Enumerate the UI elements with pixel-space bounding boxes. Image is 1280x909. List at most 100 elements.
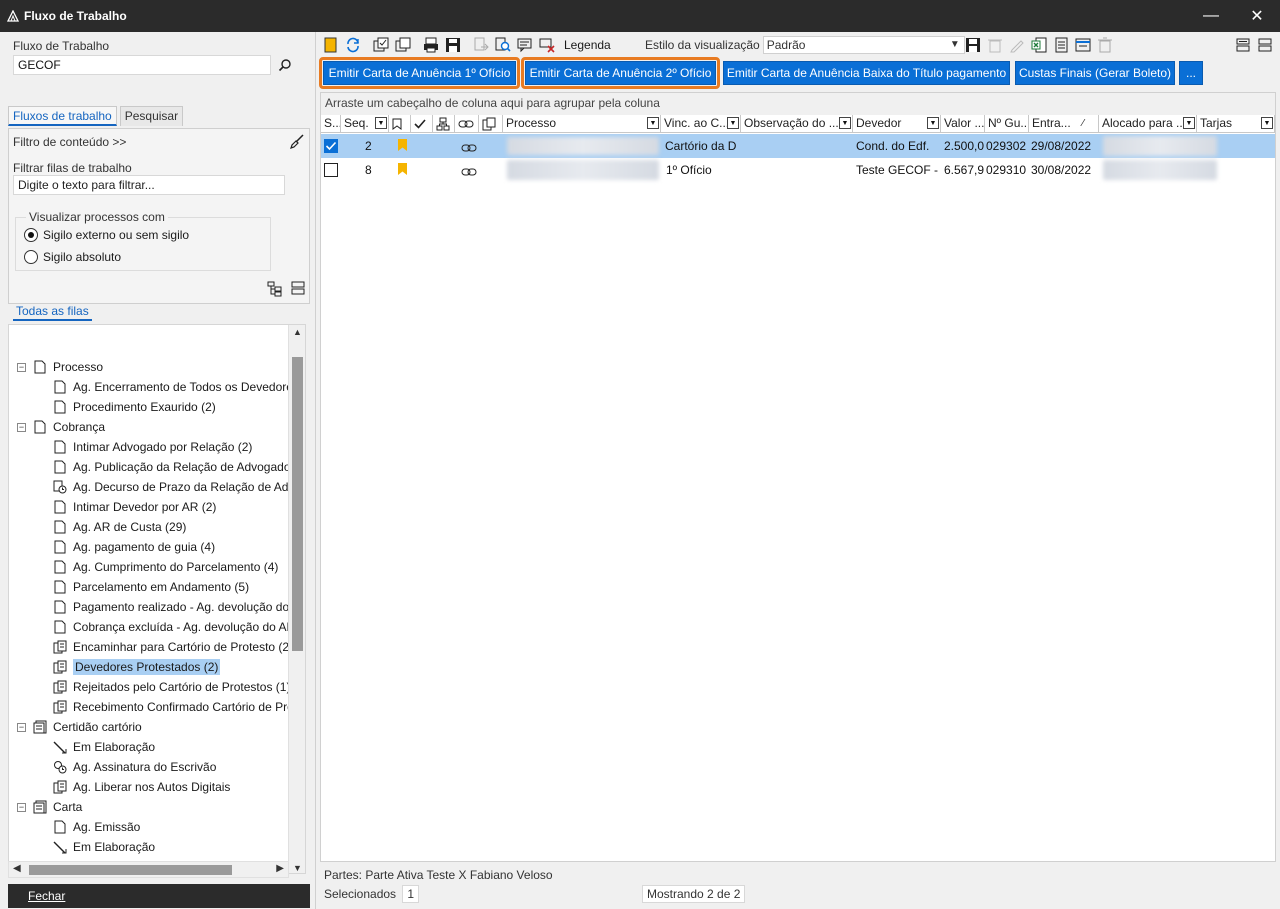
final-costs-button[interactable]: Custas Finais (Gerar Boleto) <box>1015 61 1175 85</box>
tree-item[interactable]: Parcelamento em Andamento (5) <box>53 577 249 597</box>
link-icon[interactable] <box>461 166 477 180</box>
tab-fluxos[interactable]: Fluxos de trabalho <box>8 106 117 126</box>
tree-group[interactable]: − Carta <box>17 797 82 817</box>
tree-item[interactable]: Ag. AR de Custa (29) <box>53 517 186 537</box>
scroll-down-icon[interactable]: ▼ <box>293 863 302 873</box>
tree-item[interactable]: Em Elaboração <box>53 737 155 757</box>
legend-label[interactable]: Legenda <box>564 38 611 52</box>
copy-icon[interactable] <box>394 36 412 54</box>
col-check[interactable] <box>411 115 433 133</box>
col-tree[interactable] <box>433 115 455 133</box>
col-bookmark[interactable] <box>389 115 411 133</box>
scroll-right-icon[interactable]: ▶ <box>276 863 284 874</box>
tree-item[interactable]: Ag. Decurso de Prazo da Relação de Advo <box>53 477 301 497</box>
report-icon[interactable] <box>1052 36 1070 54</box>
col-tarjas[interactable]: Tarjas ▼ <box>1197 115 1275 133</box>
tree-item[interactable]: Rejeitados pelo Cartório de Protestos (1… <box>53 677 290 697</box>
tree-group[interactable]: − Processo <box>17 357 103 377</box>
tree-item[interactable]: Ag. Encerramento de Todos os Devedores <box>53 377 299 397</box>
tree-horizontal-scrollbar[interactable]: ◀ ▶ <box>8 861 289 878</box>
search-icon[interactable] <box>278 58 292 75</box>
save-view-icon[interactable] <box>964 36 982 54</box>
scroll-left-icon[interactable]: ◀ <box>13 863 21 874</box>
col-docs[interactable] <box>479 115 503 133</box>
close-button[interactable]: Fechar <box>8 884 310 908</box>
col-observacao[interactable]: Observação do ... ▼ <box>741 115 853 133</box>
tab-pesquisar[interactable]: Pesquisar <box>119 106 184 126</box>
tree-item[interactable]: Pagamento realizado - Ag. devolução do <box>53 597 289 617</box>
comment-icon[interactable] <box>516 36 534 54</box>
view-style-select[interactable]: Padrão ▼ <box>762 36 965 54</box>
collapse-tree-icon[interactable] <box>291 281 305 298</box>
collapse-all-icon[interactable] <box>1258 38 1272 55</box>
filter-queues-input[interactable]: Digite o texto para filtrar... <box>13 175 285 195</box>
chevron-down-icon[interactable]: ▼ <box>950 39 960 50</box>
filter-content-toggle[interactable]: Filtro de conteúdo >> <box>13 135 126 149</box>
brush-icon[interactable] <box>289 133 305 152</box>
radio-absolute-secrecy[interactable]: Sigilo absoluto <box>24 250 121 264</box>
col-valor[interactable]: Valor ... <box>941 115 985 133</box>
table-row[interactable]: 2 Cartório da D Cond. do Edf. 2.500,0 02… <box>321 134 1275 158</box>
layout-icon[interactable] <box>1074 36 1092 54</box>
select-all-icon[interactable] <box>372 36 390 54</box>
tree-item[interactable]: Ag. pagamento de guia (4) <box>53 537 215 557</box>
col-link[interactable] <box>455 115 479 133</box>
new-note-icon[interactable] <box>322 36 340 54</box>
tree-item[interactable]: Ag. Publicação da Relação de Advogados <box>53 457 297 477</box>
all-queues-tab[interactable]: Todas as filas <box>13 304 92 321</box>
tree-item[interactable]: Ag. Liberar nos Autos Digitais <box>53 777 230 797</box>
remove-comment-icon[interactable] <box>538 36 556 54</box>
tree-item[interactable]: Encaminhar para Cartório de Protesto (29 <box>53 637 296 657</box>
tree-hscroll-thumb[interactable] <box>29 865 232 875</box>
save-print-icon[interactable] <box>444 36 462 54</box>
tree-item[interactable]: Devedores Protestados (2) <box>53 657 221 677</box>
col-processo[interactable]: Processo ▼ <box>503 115 661 133</box>
refresh-icon[interactable] <box>344 36 362 54</box>
emit-letter-1-button[interactable]: Emitir Carta de Anuência 1º Ofício <box>323 61 516 85</box>
tree-item[interactable]: Em Elaboração <box>53 837 155 857</box>
col-entrada[interactable]: Entra... ⁄ <box>1029 115 1099 133</box>
tree-vertical-scrollbar[interactable]: ▲ ▼ <box>288 325 305 873</box>
expand-all-icon[interactable] <box>1236 38 1250 55</box>
tree-item[interactable]: Cobrança excluída - Ag. devolução do AR <box>53 617 295 637</box>
tree-item[interactable]: Ag. Cumprimento do Parcelamento (4) <box>53 557 278 577</box>
tree-item[interactable]: Ag. Emissão <box>53 817 140 837</box>
tree-group[interactable]: − Certidão cartório <box>17 717 142 737</box>
col-vinc[interactable]: Vinc. ao C... ▼ <box>661 115 741 133</box>
search-document-icon[interactable] <box>494 36 512 54</box>
row-checkbox[interactable] <box>324 139 338 153</box>
row-checkbox[interactable] <box>324 163 338 177</box>
tree-item[interactable]: Intimar Advogado por Relação (2) <box>53 437 252 457</box>
collapse-toggle-icon[interactable]: − <box>17 362 26 372</box>
tree-item[interactable]: Recebimento Confirmado Cartório de Prot <box>53 697 297 717</box>
tree-item[interactable]: Ag. Assinatura do Escrivão <box>53 757 216 777</box>
close-window-icon[interactable]: ✕ <box>1234 0 1280 32</box>
col-guia[interactable]: Nº Gu... <box>985 115 1029 133</box>
collapse-toggle-icon[interactable]: − <box>17 722 26 732</box>
tree-item[interactable]: Procedimento Exaurido (2) <box>53 397 216 417</box>
collapse-toggle-icon[interactable]: − <box>17 802 26 812</box>
tree-item[interactable]: Intimar Devedor por AR (2) <box>53 497 216 517</box>
flow-input[interactable]: GECOF <box>13 55 271 75</box>
more-actions-button[interactable]: ... <box>1179 61 1203 85</box>
emit-letter-payment-button[interactable]: Emitir Carta de Anuência Baixa do Título… <box>723 61 1010 85</box>
print-icon[interactable] <box>422 36 440 54</box>
cell-vinc: 1º Ofício <box>666 163 712 177</box>
col-devedor[interactable]: Devedor ▼ <box>853 115 941 133</box>
expand-tree-icon[interactable] <box>267 281 283 300</box>
radio-unchecked-icon[interactable] <box>24 250 38 264</box>
link-icon[interactable] <box>461 142 477 156</box>
scroll-up-icon[interactable]: ▲ <box>293 327 302 337</box>
col-seq[interactable]: Seq. ▼ <box>341 115 389 133</box>
tree-scroll-thumb[interactable] <box>292 357 303 651</box>
tree-group[interactable]: − Cobrança <box>17 417 105 437</box>
minimize-icon[interactable]: — <box>1188 0 1234 32</box>
table-row[interactable]: 8 1º Ofício Teste GECOF - 6.567,9 029310… <box>321 158 1275 182</box>
radio-checked-icon[interactable] <box>24 228 38 242</box>
col-alocado[interactable]: Alocado para ... ▼ <box>1099 115 1197 133</box>
emit-letter-2-button[interactable]: Emitir Carta de Anuência 2º Ofício <box>525 61 716 85</box>
radio-external-secrecy[interactable]: Sigilo externo ou sem sigilo <box>24 228 189 242</box>
excel-export-icon[interactable] <box>1030 36 1048 54</box>
col-select[interactable]: S... <box>321 115 341 133</box>
collapse-toggle-icon[interactable]: − <box>17 422 26 432</box>
